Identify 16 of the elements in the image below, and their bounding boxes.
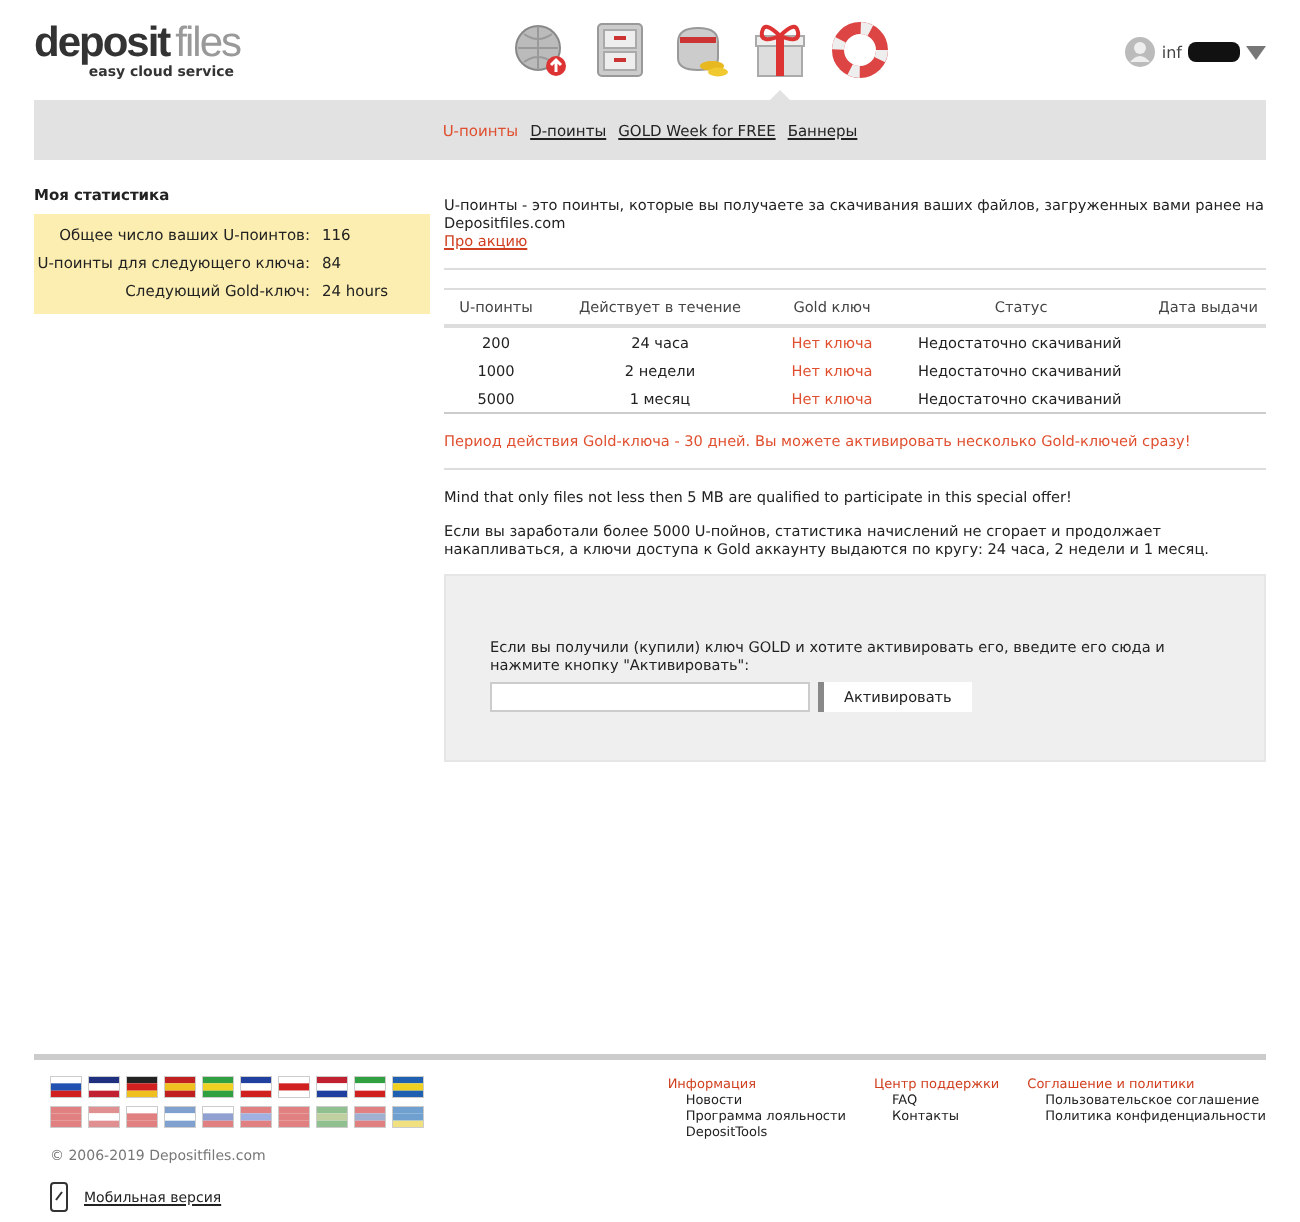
caret-icon[interactable]: [1246, 45, 1266, 59]
flag-icon[interactable]: [50, 1076, 82, 1098]
redaction-mark: [1188, 42, 1240, 62]
username[interactable]: inf: [1161, 43, 1182, 61]
flag-icon[interactable]: [126, 1076, 158, 1098]
lifebuoy-icon[interactable]: [832, 22, 888, 78]
flag-icon[interactable]: [278, 1076, 310, 1098]
flag-icon[interactable]: [88, 1076, 120, 1098]
gift-icon[interactable]: [754, 22, 806, 78]
flag-icon[interactable]: [354, 1076, 386, 1098]
flag-icon[interactable]: [316, 1076, 348, 1098]
flag-icon[interactable]: [240, 1076, 272, 1098]
globe-upload-icon[interactable]: [512, 22, 568, 78]
phone-icon[interactable]: [50, 1182, 68, 1212]
file-cabinet-icon[interactable]: [596, 22, 644, 78]
key-input-field[interactable]: [490, 682, 810, 712]
